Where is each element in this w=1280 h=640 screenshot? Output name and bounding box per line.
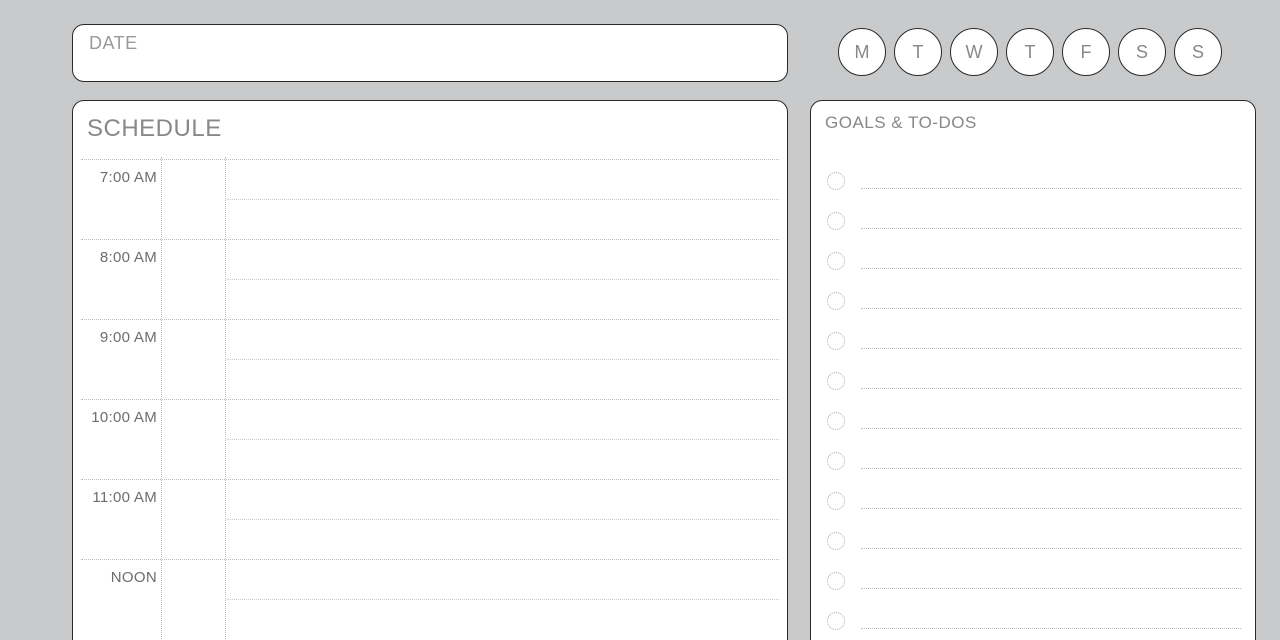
schedule-row[interactable]: 11:00 AM [81, 479, 779, 559]
todo-line[interactable] [861, 493, 1241, 509]
weekday-label: M [855, 42, 870, 63]
todo-checkbox-icon[interactable] [827, 532, 845, 550]
todo-checkbox-icon[interactable] [827, 372, 845, 390]
todo-checkbox-icon[interactable] [827, 212, 845, 230]
todo-checkbox-icon[interactable] [827, 612, 845, 630]
todo-checkbox-icon[interactable] [827, 492, 845, 510]
todo-line[interactable] [861, 453, 1241, 469]
schedule-row[interactable]: 9:00 AM [81, 319, 779, 399]
todo-row [825, 161, 1241, 201]
schedule-time-label: 9:00 AM [81, 319, 157, 399]
weekday-tuesday[interactable]: T [894, 28, 942, 76]
todo-line[interactable] [861, 293, 1241, 309]
todo-line[interactable] [861, 173, 1241, 189]
weekday-label: S [1192, 42, 1204, 63]
todo-checkbox-icon[interactable] [827, 332, 845, 350]
weekday-sunday[interactable]: S [1174, 28, 1222, 76]
todo-line[interactable] [861, 333, 1241, 349]
todo-row [825, 241, 1241, 281]
todo-row [825, 481, 1241, 521]
schedule-time-label: NOON [81, 559, 157, 639]
todo-line[interactable] [861, 533, 1241, 549]
todo-row [825, 401, 1241, 441]
planner-page: DATE M T W T F S S SCHEDULE 7:00 AM8:00 … [0, 0, 1280, 640]
schedule-title: SCHEDULE [73, 115, 787, 143]
todo-row [825, 521, 1241, 561]
goals-title: GOALS & TO-DOS [825, 113, 1241, 133]
schedule-panel: SCHEDULE 7:00 AM8:00 AM9:00 AM10:00 AM11… [72, 100, 788, 640]
todo-line[interactable] [861, 573, 1241, 589]
todo-checkbox-icon[interactable] [827, 252, 845, 270]
schedule-row[interactable]: 7:00 AM [81, 159, 779, 239]
todo-row [825, 561, 1241, 601]
weekday-row: M T W T F S S [838, 28, 1222, 76]
weekday-label: S [1136, 42, 1148, 63]
todo-line[interactable] [861, 413, 1241, 429]
todo-row [825, 321, 1241, 361]
goals-list [825, 161, 1241, 640]
schedule-row[interactable]: NOON [81, 559, 779, 639]
weekday-monday[interactable]: M [838, 28, 886, 76]
todo-row [825, 441, 1241, 481]
weekday-label: W [966, 42, 983, 63]
schedule-time-label: 11:00 AM [81, 479, 157, 559]
todo-line[interactable] [861, 613, 1241, 629]
schedule-time-label: 8:00 AM [81, 239, 157, 319]
todo-checkbox-icon[interactable] [827, 412, 845, 430]
todo-row [825, 361, 1241, 401]
weekday-thursday[interactable]: T [1006, 28, 1054, 76]
date-box[interactable]: DATE [72, 24, 788, 82]
weekday-saturday[interactable]: S [1118, 28, 1166, 76]
todo-row [825, 201, 1241, 241]
todo-line[interactable] [861, 213, 1241, 229]
schedule-grid: 7:00 AM8:00 AM9:00 AM10:00 AM11:00 AMNOO… [73, 159, 787, 639]
todo-row [825, 281, 1241, 321]
todo-row [825, 601, 1241, 640]
weekday-wednesday[interactable]: W [950, 28, 998, 76]
todo-checkbox-icon[interactable] [827, 292, 845, 310]
todo-line[interactable] [861, 253, 1241, 269]
todo-checkbox-icon[interactable] [827, 452, 845, 470]
weekday-label: F [1081, 42, 1092, 63]
todo-checkbox-icon[interactable] [827, 572, 845, 590]
todo-checkbox-icon[interactable] [827, 172, 845, 190]
todo-line[interactable] [861, 373, 1241, 389]
schedule-time-label: 10:00 AM [81, 399, 157, 479]
weekday-friday[interactable]: F [1062, 28, 1110, 76]
schedule-time-label: 7:00 AM [81, 159, 157, 239]
weekday-label: T [1025, 42, 1036, 63]
goals-panel: GOALS & TO-DOS [810, 100, 1256, 640]
schedule-row[interactable]: 8:00 AM [81, 239, 779, 319]
date-label: DATE [89, 33, 771, 54]
schedule-row[interactable]: 10:00 AM [81, 399, 779, 479]
weekday-label: T [913, 42, 924, 63]
